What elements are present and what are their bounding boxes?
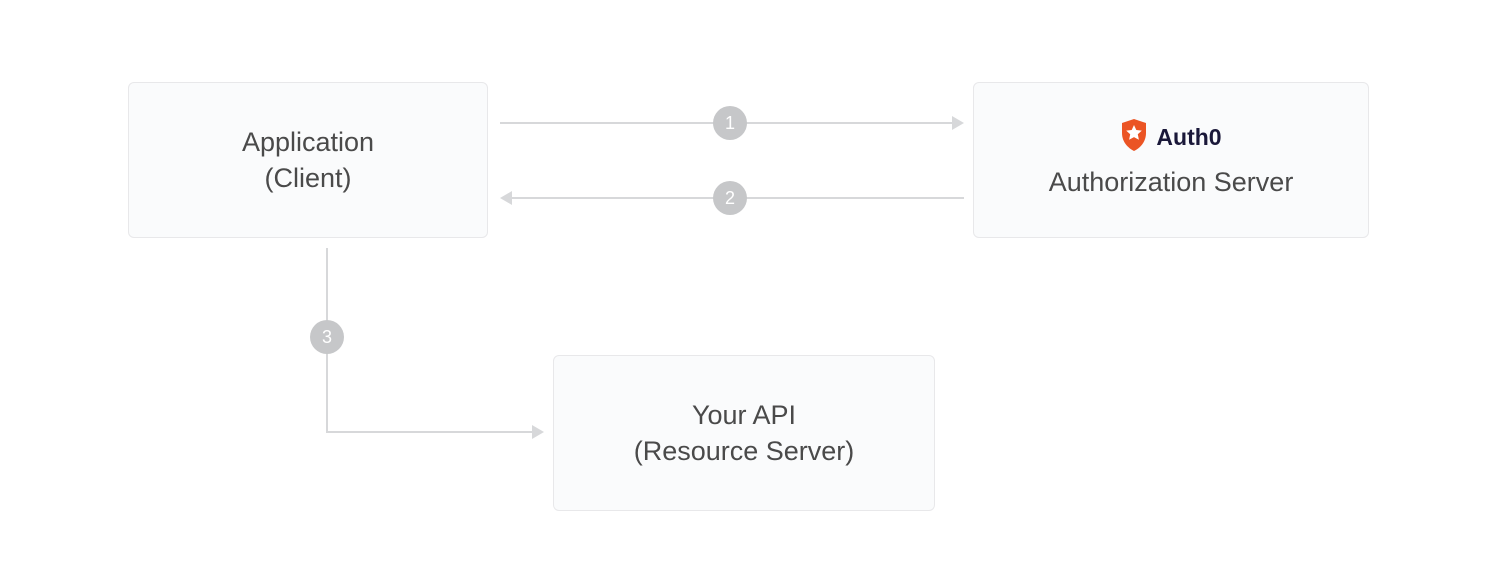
client-box: Application (Client) — [128, 82, 488, 238]
step-1-badge: 1 — [713, 106, 747, 140]
client-subtitle: (Client) — [264, 160, 351, 196]
arrow-2-head — [500, 191, 512, 205]
client-title: Application — [242, 124, 374, 160]
arrow-3-line-horizontal — [326, 431, 532, 433]
authserver-label: Authorization Server — [1049, 164, 1294, 200]
auth0-brand: Auth0 — [1120, 119, 1221, 156]
api-title: Your API — [692, 397, 796, 433]
step-2-badge: 2 — [713, 181, 747, 215]
arrow-1-head — [952, 116, 964, 130]
step-1-number: 1 — [725, 113, 735, 134]
auth0-brand-text: Auth0 — [1156, 124, 1221, 151]
authserver-box: Auth0 Authorization Server — [973, 82, 1369, 238]
api-box: Your API (Resource Server) — [553, 355, 935, 511]
step-3-badge: 3 — [310, 320, 344, 354]
arrow-3-head — [532, 425, 544, 439]
auth0-shield-icon — [1120, 119, 1148, 156]
step-2-number: 2 — [725, 188, 735, 209]
api-subtitle: (Resource Server) — [634, 433, 855, 469]
step-3-number: 3 — [322, 327, 332, 348]
